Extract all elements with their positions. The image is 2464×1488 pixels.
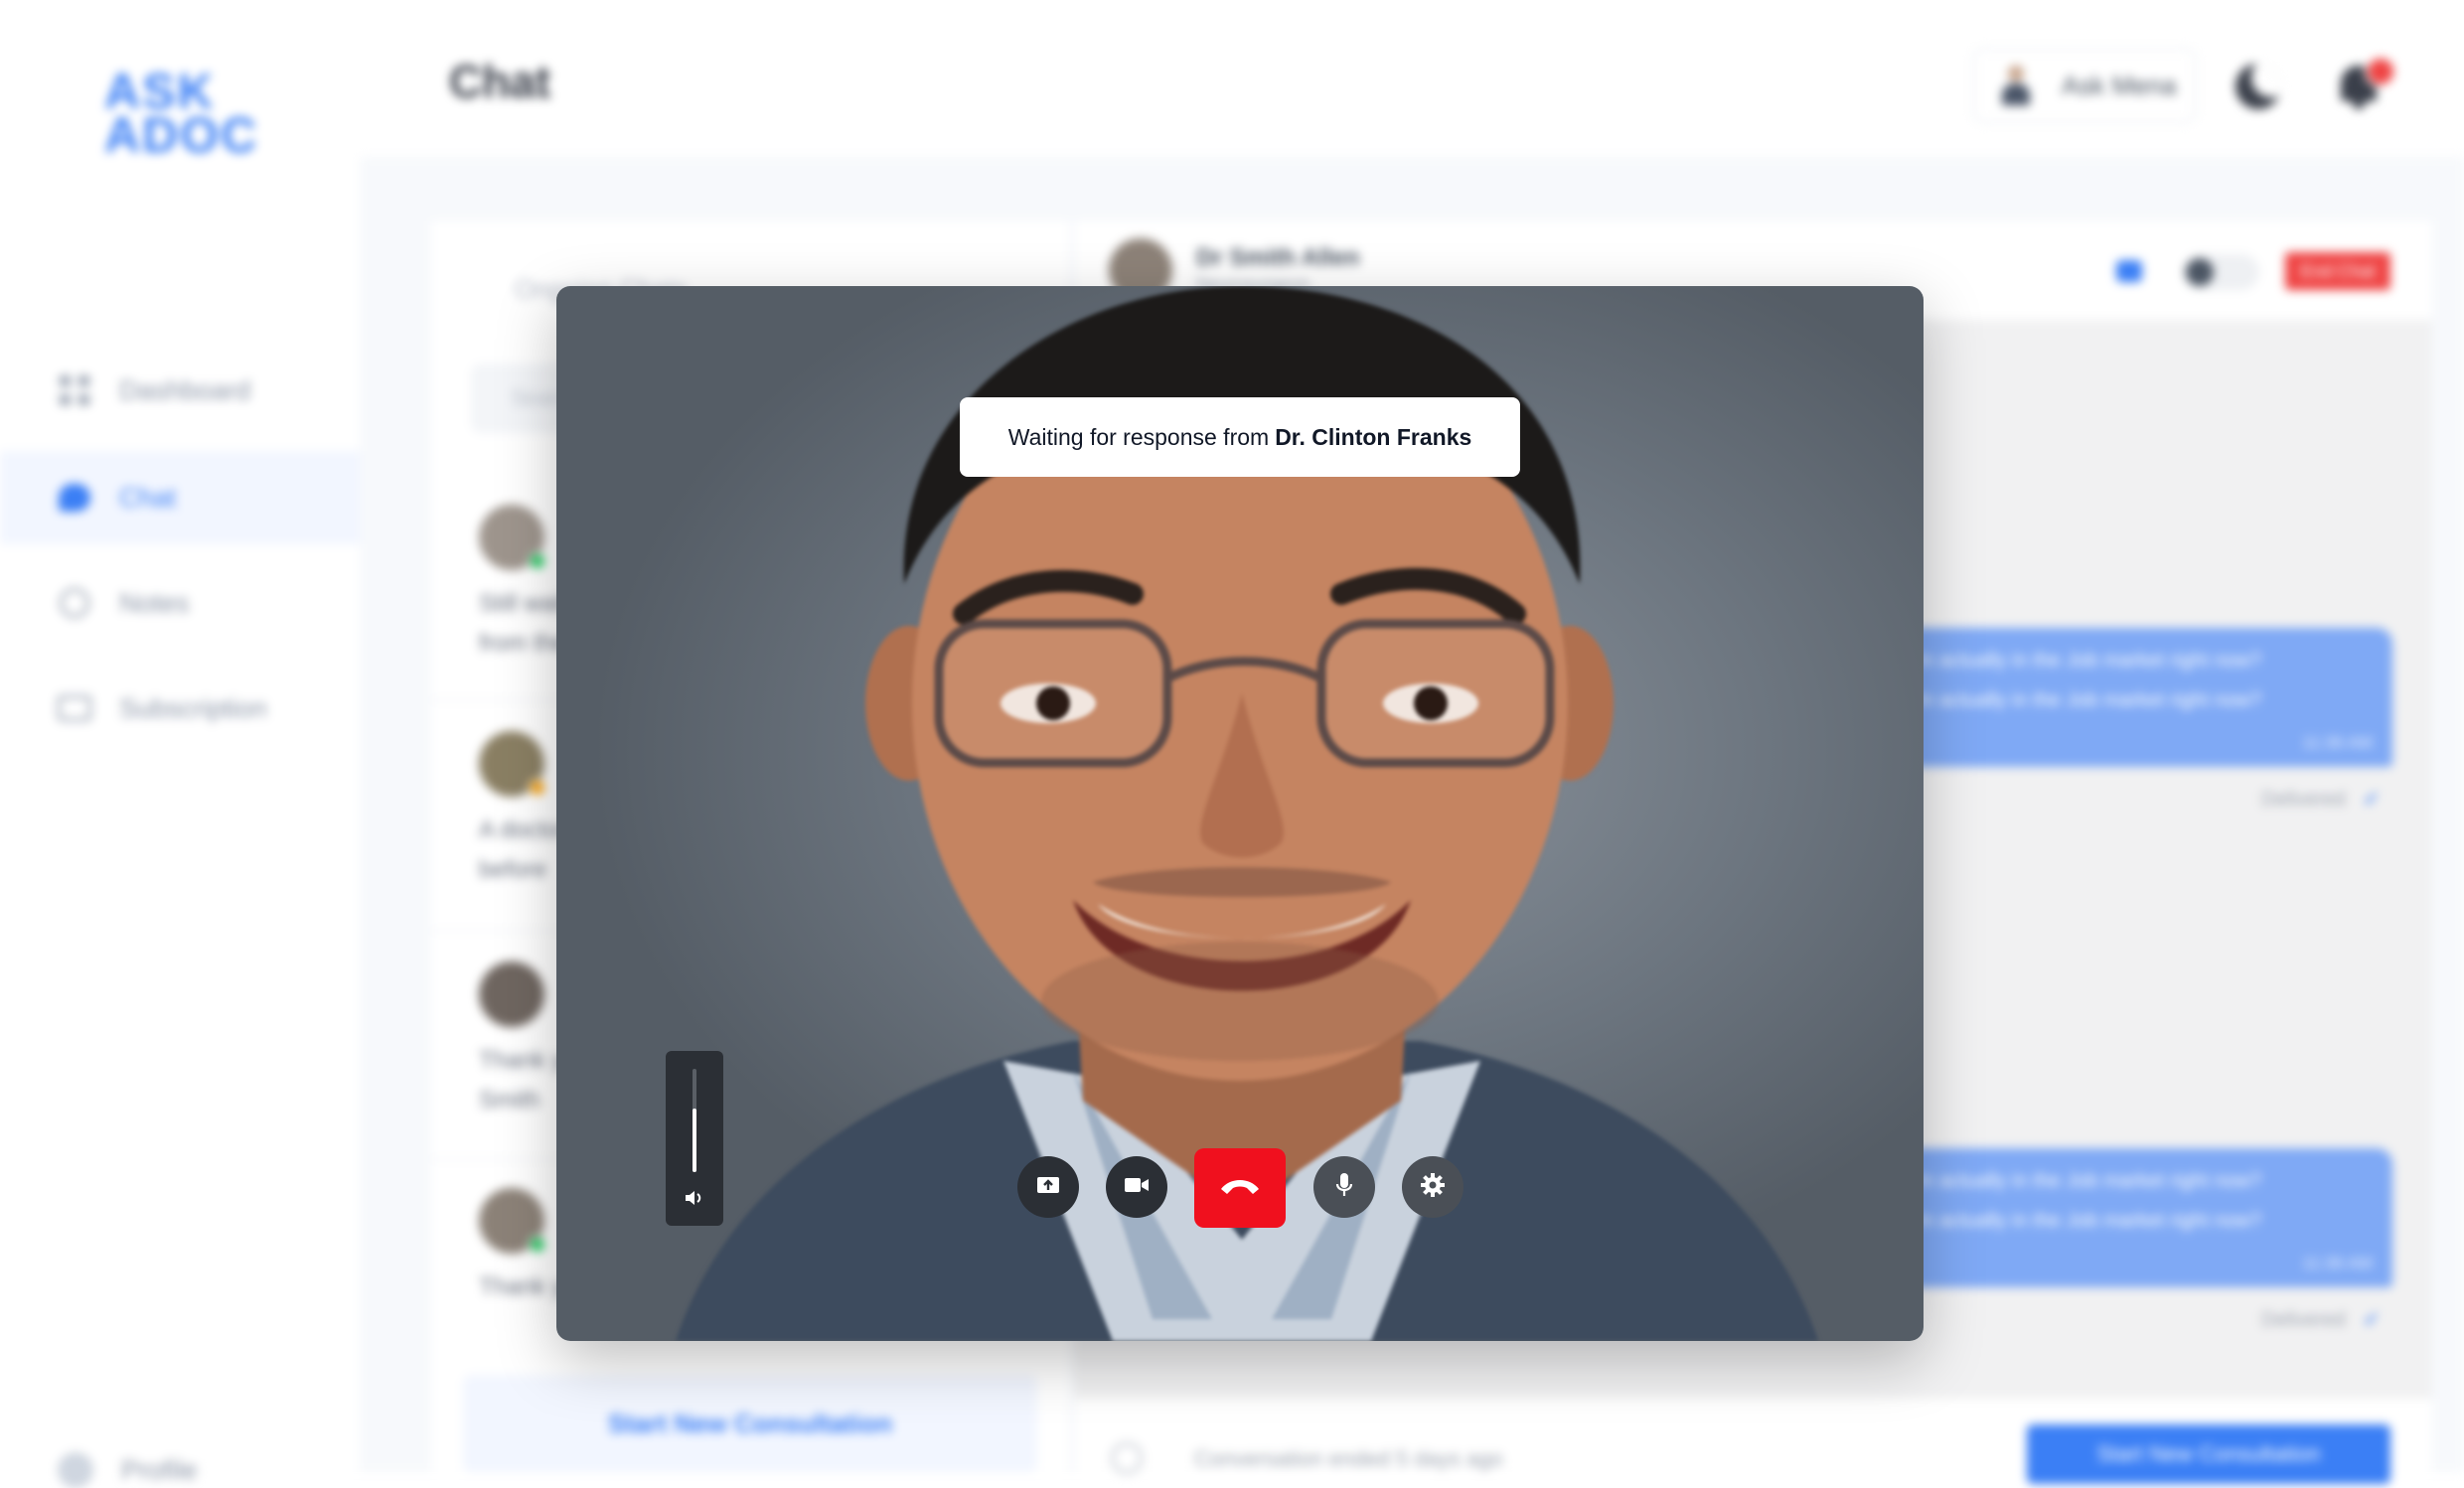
camera-toggle-button[interactable]	[1106, 1156, 1167, 1218]
volume-track[interactable]	[693, 1069, 696, 1172]
subscription-icon	[58, 691, 91, 725]
notification-bell-icon[interactable]	[2337, 56, 2396, 109]
message-text: I'm actually in the Job market right now…	[1908, 1210, 2262, 1232]
settings-button[interactable]	[1402, 1156, 1463, 1218]
callee-name: Dr. Clinton Franks	[1275, 423, 1472, 450]
call-status-banner: Waiting for response from Dr. Clinton Fra…	[960, 397, 1520, 477]
start-new-consultation-button[interactable]: Start New Consultation	[2027, 1424, 2390, 1484]
gear-icon	[1420, 1172, 1446, 1203]
message-text: I'm actually in the Job market right now…	[1908, 689, 2262, 711]
message-time: 11:36 AM	[2302, 1254, 2373, 1272]
hang-up-button[interactable]	[1194, 1148, 1286, 1228]
microphone-button[interactable]	[1313, 1156, 1375, 1218]
sidebar-item-label: Profile	[121, 1454, 198, 1485]
sidebar-item-label: Subscription	[119, 692, 267, 723]
page-title: Chat	[449, 56, 551, 107]
sidebar-item-dashboard[interactable]: Dashboard	[0, 344, 360, 437]
video-camera-icon	[1123, 1175, 1151, 1200]
ask-assistant-label: Ask Mena	[2062, 70, 2177, 100]
check-icon: ✓	[2363, 1309, 2381, 1331]
profile-avatar	[58, 1452, 93, 1488]
volume-slider[interactable]	[666, 1051, 723, 1226]
avatar	[479, 731, 546, 797]
sidebar-item-notes[interactable]: Notes	[0, 556, 360, 650]
sidebar-item-profile[interactable]: Profile	[58, 1452, 198, 1488]
conversation-status: Conversation ended 5 days ago	[1194, 1446, 1503, 1471]
sidebar-item-subscription[interactable]: Subscription	[0, 662, 360, 755]
doctor-name: Dr Smith Allen	[1196, 244, 1360, 271]
dashboard-icon	[58, 373, 91, 407]
message-status: Delivered ✓	[2261, 789, 2381, 811]
notification-badge	[2365, 56, 2396, 87]
dark-mode-icon[interactable]	[2235, 64, 2281, 109]
call-status-prefix: Waiting for response from	[1007, 423, 1270, 450]
avatar	[479, 505, 546, 570]
chat-toggle[interactable]	[2182, 254, 2259, 290]
message-text: I'm actually in the Job market right now…	[1908, 1170, 2262, 1192]
microphone-icon	[1334, 1171, 1354, 1204]
message-bubble: I'm actually in the Job market right now…	[1888, 628, 2392, 767]
sidebar-item-label: Dashboard	[119, 374, 251, 405]
avatar	[479, 962, 544, 1027]
upload-icon	[1035, 1173, 1061, 1202]
check-icon: ✓	[2363, 789, 2381, 811]
app-logo[interactable]: ASK ADOC	[104, 67, 259, 163]
speaker-icon	[684, 1188, 705, 1208]
message-status: Delivered ✓	[2261, 1309, 2381, 1331]
avatar	[479, 1188, 546, 1254]
info-icon	[1111, 1442, 1143, 1474]
message-bubble: I'm actually in the Job market right now…	[1888, 1148, 2392, 1287]
sidebar-item-chat[interactable]: Chat	[0, 451, 364, 544]
message-time: 11:36 AM	[2302, 733, 2373, 752]
chat-icon	[58, 481, 91, 515]
ask-assistant-button[interactable]: Ask Mena	[1972, 48, 2197, 123]
share-screen-button[interactable]	[1017, 1156, 1079, 1218]
assistant-avatar	[1996, 64, 2036, 107]
sidebar: ASK ADOC Dashboard Chat Notes Subscripti…	[0, 0, 364, 1488]
video-call-icon[interactable]	[2116, 260, 2142, 282]
logo-line-2: ADOC	[104, 107, 259, 163]
sidebar-item-label: Chat	[119, 482, 177, 513]
message-text: I'm actually in the Job market right now…	[1908, 650, 2262, 671]
sidebar-item-label: Notes	[119, 587, 190, 618]
notes-icon	[58, 586, 91, 620]
volume-fill	[693, 1108, 696, 1172]
end-chat-button[interactable]: End Chat	[2285, 252, 2390, 290]
phone-hangup-icon	[1218, 1175, 1262, 1202]
start-new-consultation-button[interactable]: Start New Consultation	[463, 1375, 1037, 1472]
